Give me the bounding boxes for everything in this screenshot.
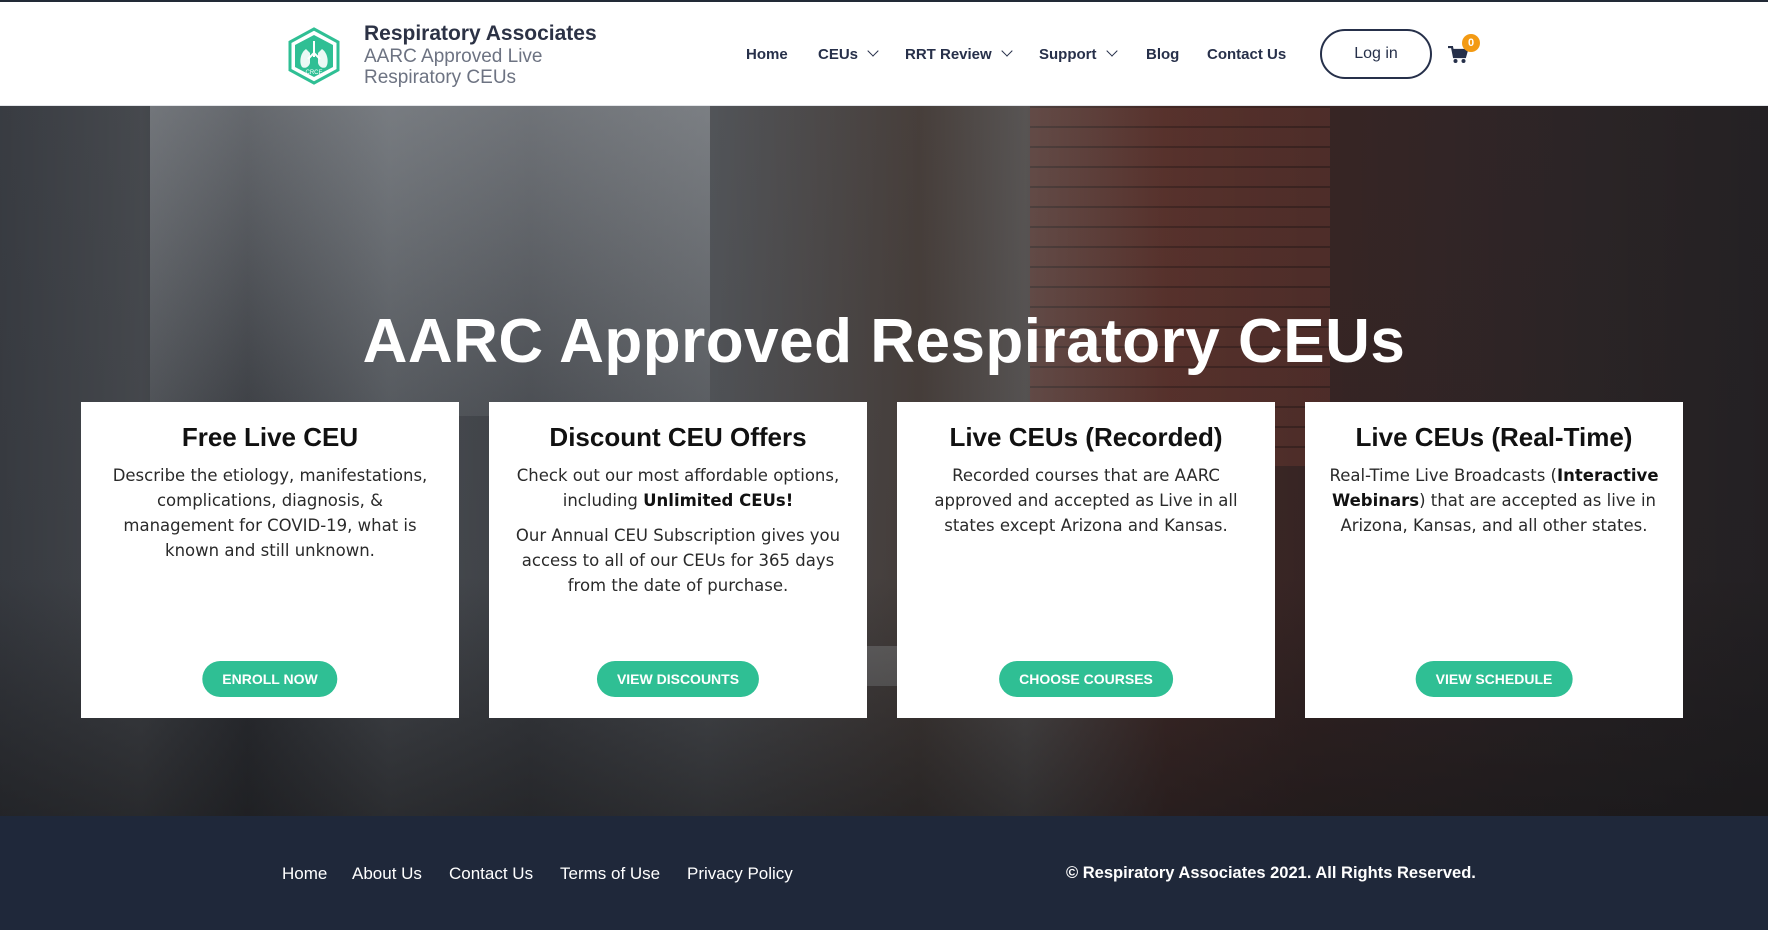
brand-name[interactable]: Respiratory Associates [364, 22, 597, 46]
hero-section: AARC Approved Respiratory CEUs Free Live… [0, 106, 1768, 816]
card-body: Real-Time Live Broadcasts (Interactive W… [1329, 466, 1659, 535]
card-title: Live CEUs (Real-Time) [1355, 422, 1633, 452]
svg-text:CRCE: CRCE [305, 70, 322, 76]
login-button[interactable]: Log in [1320, 29, 1432, 79]
card-body: Check out our most affordable options, i… [516, 466, 840, 510]
card-title: Live CEUs (Recorded) [949, 422, 1223, 452]
footer-link-contact-us[interactable]: Contact Us [449, 864, 533, 884]
nav-home[interactable]: Home [746, 46, 788, 63]
card-live-ceus-real-time: Live CEUs (Real-Time) Real-Time Live Bro… [1305, 402, 1683, 718]
chevron-down-icon [1105, 45, 1118, 57]
brand-tagline: AARC Approved Live Respiratory CEUs [364, 46, 543, 88]
enroll-now-button[interactable]: ENROLL NOW [202, 661, 338, 697]
nav-support[interactable]: Support [1039, 45, 1118, 63]
footer-link-terms-of-use[interactable]: Terms of Use [560, 864, 660, 884]
nav-ceus[interactable]: CEUs [818, 45, 879, 63]
card-free-live-ceu: Free Live CEU Describe the etiology, man… [81, 402, 459, 718]
card-body-secondary: Our Annual CEU Subscription gives you ac… [515, 526, 841, 595]
chevron-down-icon [1001, 45, 1013, 57]
nav-blog[interactable]: Blog [1146, 46, 1179, 63]
nav-rrt-review[interactable]: RRT Review [905, 45, 1013, 63]
nav-contact-us[interactable]: Contact Us [1207, 46, 1286, 63]
card-title: Free Live CEU [181, 422, 359, 452]
chevron-down-icon [867, 45, 879, 57]
hero-title: AARC Approved Respiratory CEUs [362, 307, 1406, 376]
footer-link-about-us[interactable]: About Us [352, 864, 422, 884]
view-schedule-button[interactable]: VIEW SCHEDULE [1415, 661, 1573, 697]
card-body: Recorded courses that are AARC approved … [934, 466, 1238, 535]
card-body-bold: Unlimited CEUs! [643, 491, 794, 510]
copyright-text: © Respiratory Associates 2021. All Right… [1066, 864, 1476, 882]
card-discount-ceu-offers: Discount CEU Offers Check out our most a… [489, 402, 867, 718]
choose-courses-button[interactable]: CHOOSE COURSES [999, 661, 1173, 697]
site-header: CRCE Respiratory Associates AARC Approve… [0, 2, 1768, 106]
card-title: Discount CEU Offers [549, 422, 807, 452]
view-discounts-button[interactable]: VIEW DISCOUNTS [596, 661, 760, 697]
card-live-ceus-recorded: Live CEUs (Recorded) Recorded courses th… [897, 402, 1275, 718]
lungs-logo-icon[interactable]: CRCE [287, 27, 341, 85]
footer-link-privacy-policy[interactable]: Privacy Policy [687, 864, 793, 884]
footer-link-home[interactable]: Home [282, 864, 327, 884]
cart-count-badge: 0 [1462, 34, 1480, 52]
card-body: Describe the etiology, manifestations, c… [112, 466, 428, 560]
site-footer: Home About Us Contact Us Terms of Use Pr… [0, 816, 1768, 930]
